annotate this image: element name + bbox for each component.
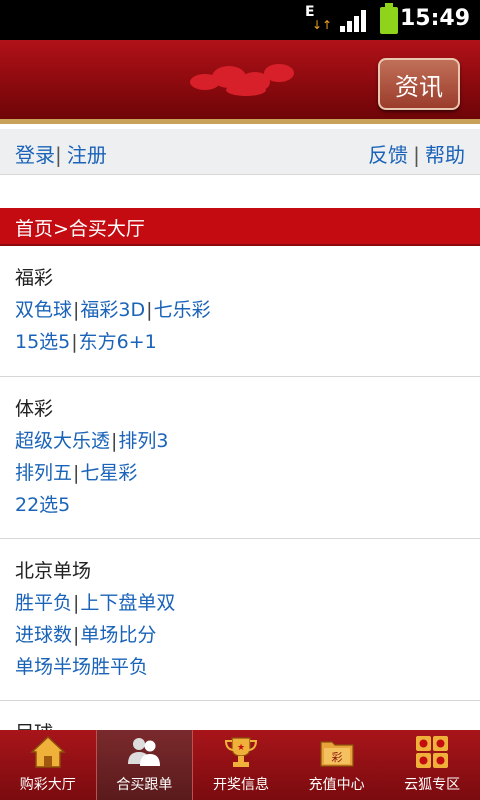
game-link-banchang[interactable]: 单场半场胜平负 — [15, 656, 148, 678]
section-title: 体彩 — [15, 398, 54, 420]
lottery-list: 福彩 双色球|福彩3D|七乐彩 15选5|东方6+1 体彩 超级大乐透|排列3 … — [0, 246, 480, 730]
svg-text:彩: 彩 — [331, 751, 342, 764]
app-logo — [190, 60, 300, 100]
game-link-danchangbifen[interactable]: 单场比分 — [80, 624, 156, 646]
tab-recharge[interactable]: 彩 充值中心 — [289, 730, 385, 800]
section-zuqiu: 足球 — [0, 701, 480, 730]
game-link-fucai3d[interactable]: 福彩3D — [80, 299, 145, 321]
tab-lottery-hall[interactable]: 购彩大厅 — [0, 730, 96, 800]
tab-draw-results[interactable]: ★ 开奖信息 — [193, 730, 289, 800]
bottom-tab-bar: 购彩大厅 合买跟单 ★ 开奖信息 彩 充值中心 云狐专区 — [0, 730, 480, 800]
game-link-qilecai[interactable]: 七乐彩 — [154, 299, 211, 321]
game-link-dongfang61[interactable]: 东方6+1 — [79, 331, 157, 353]
game-link-qixingcai[interactable]: 七星彩 — [80, 462, 137, 484]
tab-label: 云狐专区 — [404, 777, 461, 793]
app-header: 资讯 — [0, 40, 480, 124]
account-links-bar: 登录| 注册 反馈 | 帮助 — [0, 129, 480, 175]
battery-icon — [380, 3, 398, 34]
help-link[interactable]: 帮助 — [425, 143, 465, 167]
game-line: 双色球|福彩3D|七乐彩 — [15, 299, 211, 321]
game-link-shangxiapan[interactable]: 上下盘单双 — [80, 592, 175, 614]
tab-label: 充值中心 — [308, 777, 365, 793]
game-link-shuangseqiu[interactable]: 双色球 — [15, 299, 72, 321]
news-button[interactable]: 资讯 — [378, 58, 460, 110]
section-fucai: 福彩 双色球|福彩3D|七乐彩 15选5|东方6+1 — [0, 246, 480, 377]
tab-yunhu-zone[interactable]: 云狐专区 — [384, 730, 480, 800]
section-title: 足球 — [15, 717, 465, 730]
people-icon — [128, 738, 161, 766]
section-title: 福彩 — [15, 267, 54, 289]
svg-text:★: ★ — [237, 743, 245, 753]
game-link-15xuan5[interactable]: 15选5 — [15, 331, 70, 353]
grid-icon — [416, 736, 449, 768]
game-line: 15选5|东方6+1 — [15, 331, 157, 353]
separator: | — [55, 143, 62, 167]
breadcrumb-text: 首页>合买大厅 — [15, 218, 145, 240]
tab-group-buy[interactable]: 合买跟单 — [95, 730, 194, 800]
tab-label: 合买跟单 — [116, 777, 173, 793]
folder-icon: 彩 — [319, 741, 354, 767]
feedback-link[interactable]: 反馈 — [368, 143, 408, 167]
section-title: 北京单场 — [15, 560, 92, 582]
game-line: 排列五|七星彩 — [15, 462, 138, 484]
trophy-icon: ★ — [224, 737, 257, 767]
game-line: 超级大乐透|排列3 — [15, 430, 169, 452]
game-line: 胜平负|上下盘单双 — [15, 592, 176, 614]
login-link[interactable]: 登录 — [15, 143, 55, 167]
game-link-jinqiushu[interactable]: 进球数 — [15, 624, 72, 646]
register-link[interactable]: 注册 — [67, 143, 107, 167]
signal-strength-icon — [340, 10, 366, 32]
game-link-22xuan5[interactable]: 22选5 — [15, 494, 70, 516]
tab-label: 开奖信息 — [212, 777, 269, 793]
status-bar: E ↓↑ 15:49 — [0, 0, 480, 40]
game-line: 单场半场胜平负 — [15, 651, 465, 683]
house-icon — [29, 735, 66, 768]
breadcrumb: 首页>合买大厅 — [0, 208, 480, 246]
clock: 15:49 — [399, 6, 470, 31]
game-line: 22选5 — [15, 489, 465, 521]
network-activity-icon: ↓↑ — [312, 18, 333, 32]
game-line: 进球数|单场比分 — [15, 624, 157, 646]
section-ticai: 体彩 超级大乐透|排列3 排列五|七星彩 22选5 — [0, 377, 480, 539]
game-link-pailie3[interactable]: 排列3 — [118, 430, 168, 452]
game-link-shengpingfu[interactable]: 胜平负 — [15, 592, 72, 614]
separator: | — [413, 143, 420, 167]
section-beijing-danchang: 北京单场 胜平负|上下盘单双 进球数|单场比分 单场半场胜平负 — [0, 539, 480, 701]
tab-label: 购彩大厅 — [19, 777, 76, 793]
game-link-pailie5[interactable]: 排列五 — [15, 462, 72, 484]
game-link-daletou[interactable]: 超级大乐透 — [15, 430, 110, 452]
